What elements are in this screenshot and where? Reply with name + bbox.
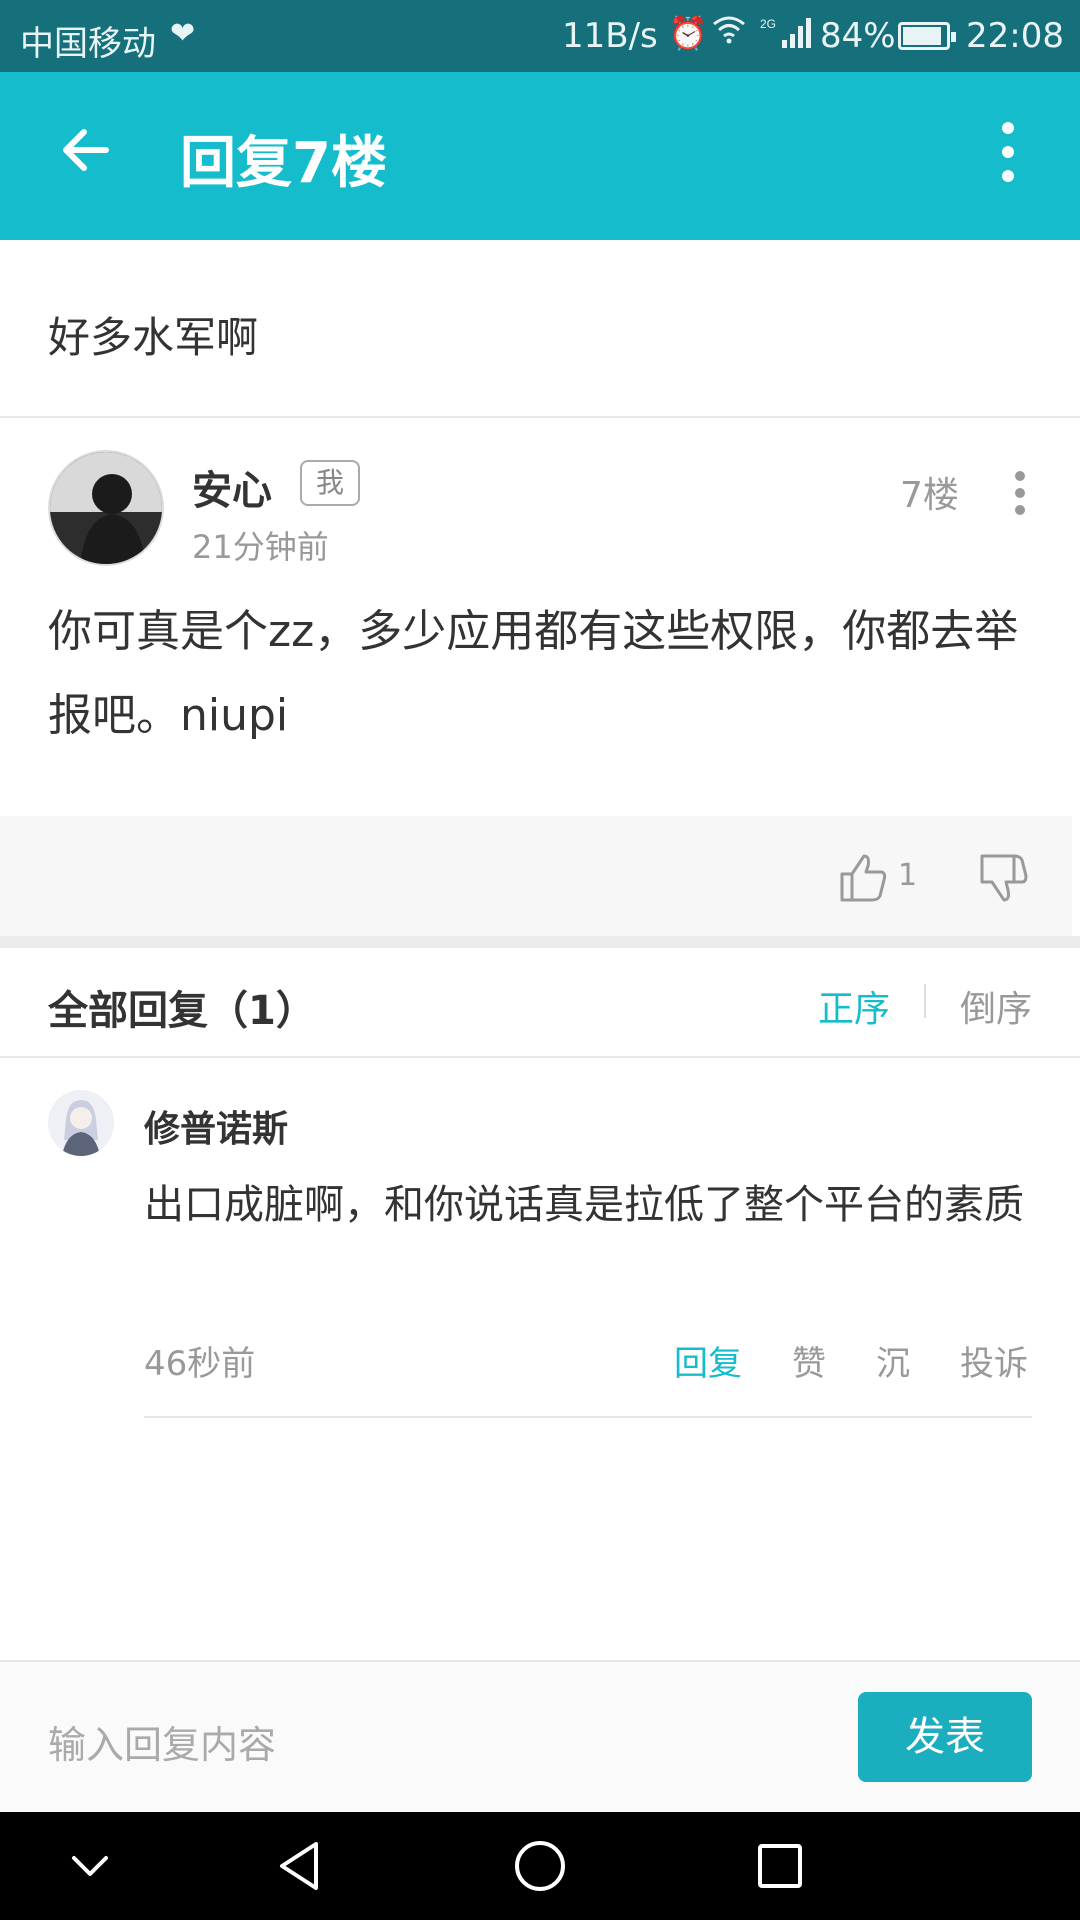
- like-count: 1: [898, 858, 918, 893]
- wifi-icon: [712, 14, 746, 52]
- send-button[interactable]: 发表: [858, 1692, 1032, 1782]
- battery-percent: 84%: [820, 16, 896, 56]
- sort-separator: [924, 984, 926, 1018]
- signal-label: 2G: [760, 17, 776, 31]
- signal-icon: 2G: [760, 16, 816, 59]
- me-badge: 我: [300, 460, 360, 506]
- thumbs-up-icon[interactable]: [838, 852, 888, 904]
- sub-reply-author[interactable]: 修普诺斯: [144, 1100, 288, 1152]
- reply-action-bar: 1: [0, 816, 1072, 936]
- all-replies-header: 全部回复（1） 正序 倒序: [0, 948, 1080, 1058]
- post-title: 好多水军啊: [48, 313, 259, 362]
- back-arrow-icon[interactable]: [56, 120, 116, 180]
- reply-author[interactable]: 安心: [192, 458, 272, 516]
- nav-back-icon[interactable]: [268, 1834, 332, 1898]
- sub-reply-divider: [144, 1416, 1032, 1418]
- section-divider: [0, 936, 1080, 948]
- battery-icon: [898, 22, 956, 50]
- like-button[interactable]: 赞: [792, 1336, 826, 1385]
- reply-composer: 输入回复内容 发表: [0, 1660, 1080, 1812]
- avatar[interactable]: [48, 1090, 114, 1156]
- sub-reply-time: 46秒前: [144, 1344, 256, 1384]
- floor-label: 7楼: [900, 475, 959, 516]
- post-title-section: 好多水军啊: [0, 240, 1080, 418]
- sort-descending-button[interactable]: 倒序: [960, 980, 1032, 1032]
- clock: 22:08: [966, 16, 1064, 56]
- carrier-label: 中国移动: [20, 24, 156, 64]
- system-nav-bar: [0, 1812, 1080, 1920]
- more-vert-icon[interactable]: [1010, 468, 1030, 518]
- nav-recents-icon[interactable]: [748, 1834, 812, 1898]
- reply-input[interactable]: 输入回复内容: [48, 1714, 276, 1769]
- status-bar: 中国移动 ❤ 11B/s ⏰ 2G 84% 22:08: [0, 0, 1080, 72]
- reply-time: 21分钟前: [192, 528, 329, 566]
- network-speed: 11B/s: [562, 16, 658, 56]
- reply-button[interactable]: 回复: [674, 1336, 742, 1385]
- nav-collapse-icon[interactable]: [58, 1834, 122, 1898]
- avatar[interactable]: [48, 450, 164, 566]
- nav-home-icon[interactable]: [508, 1834, 572, 1898]
- sub-reply-content: 出口成脏啊，和你说话真是拉低了整个平台的素质: [144, 1182, 1024, 1228]
- page-title: 回复7楼: [180, 131, 387, 196]
- reply-content: 你可真是个zz，多少应用都有这些权限，你都去举报吧。niupi: [48, 606, 1019, 741]
- alarm-icon: ⏰: [668, 14, 708, 52]
- heart-pulse-icon: ❤: [170, 16, 196, 51]
- report-button[interactable]: 投诉: [960, 1336, 1028, 1385]
- more-vert-icon[interactable]: [990, 112, 1026, 192]
- app-bar: 回复7楼: [0, 72, 1080, 240]
- sort-ascending-button[interactable]: 正序: [818, 980, 890, 1032]
- all-replies-heading: 全部回复（1）: [48, 988, 316, 1034]
- sink-button[interactable]: 沉: [876, 1336, 910, 1385]
- thumbs-down-icon[interactable]: [978, 852, 1028, 904]
